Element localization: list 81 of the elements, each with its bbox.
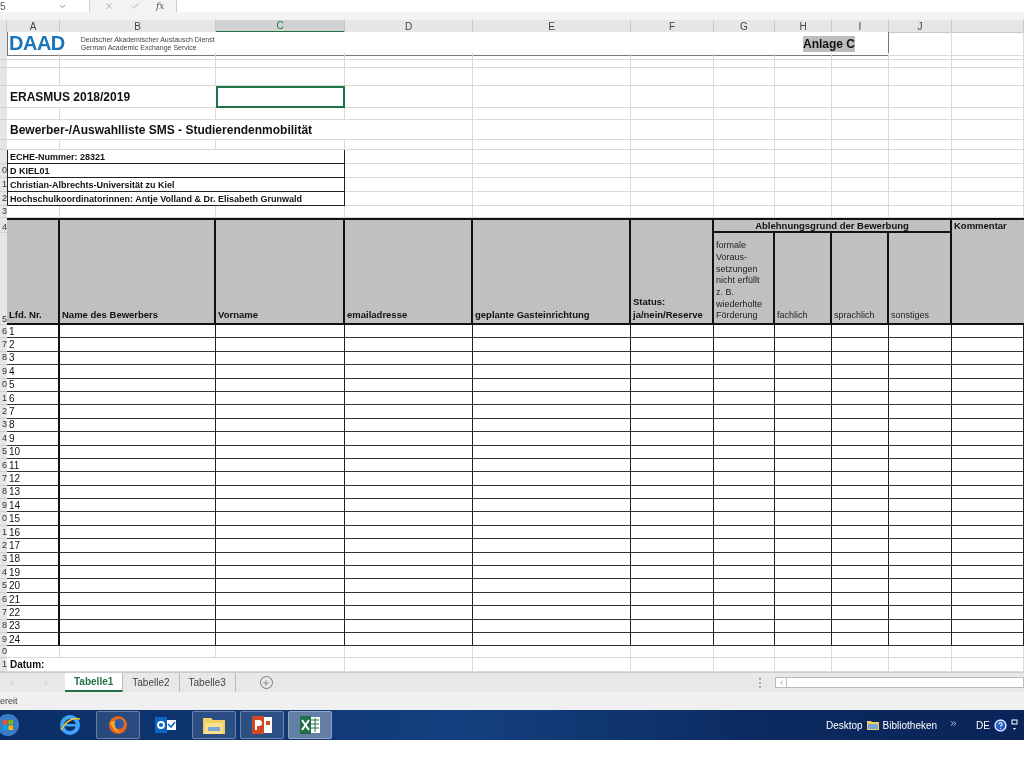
serial-number: 14 xyxy=(7,499,60,513)
group-heading: Ablehnungsgrund der Bewerbung xyxy=(714,218,952,233)
toolbar-label[interactable]: Bibliotheken xyxy=(882,719,938,731)
row-header[interactable]: 5 xyxy=(0,233,7,325)
row-header[interactable]: 0 xyxy=(0,378,7,392)
row-header[interactable]: 7 xyxy=(0,338,7,352)
serial-number: 1 xyxy=(7,325,60,339)
row-header[interactable]: 8 xyxy=(0,351,7,366)
row-header[interactable]: 0 xyxy=(0,512,7,526)
info-line: Hochschulkoordinatorinnen: Antje Volland & Dr. Elisabeth Grunwald xyxy=(7,192,345,206)
serial-number: 24 xyxy=(7,633,60,647)
column-header[interactable]: J xyxy=(889,20,952,33)
serial-number: 21 xyxy=(7,592,60,607)
row-header[interactable]: 6 xyxy=(0,458,7,473)
serial-number: 18 xyxy=(7,552,60,567)
sheet-title: ERASMUS 2018/2019 xyxy=(7,86,216,108)
column-heading: geplante Gasteinrichtung xyxy=(473,218,631,325)
serial-number: 12 xyxy=(7,472,60,486)
serial-number: 11 xyxy=(7,458,60,473)
row-header[interactable]: 7 xyxy=(0,606,7,620)
column-heading: fachlich xyxy=(775,233,832,325)
row-header[interactable]: 4 xyxy=(0,432,7,446)
serial-number: 6 xyxy=(7,391,60,406)
serial-number: 13 xyxy=(7,485,60,500)
serial-number: 20 xyxy=(7,579,60,593)
annex-label: Anlage C xyxy=(803,35,855,52)
column-heading: emailadresse xyxy=(345,218,473,325)
serial-number: 23 xyxy=(7,619,60,633)
serial-number: 5 xyxy=(7,378,60,392)
row-header[interactable]: 9 xyxy=(0,499,7,513)
row-header[interactable]: 3 xyxy=(0,552,7,567)
column-heading: Status: ja/nein/Reserve xyxy=(631,218,714,325)
logo: DAAD xyxy=(9,32,65,55)
info-line: Christian-Albrechts-Universität zu Kiel xyxy=(7,178,345,192)
serial-number: 22 xyxy=(7,606,60,620)
sheet-subtitle: Bewerber-/Auswahlliste SMS - Studierendenmobilität xyxy=(7,120,345,140)
serial-number: 2 xyxy=(7,338,60,352)
row-header[interactable]: 6 xyxy=(0,592,7,607)
info-line: ECHE-Nummer: 28321 xyxy=(7,150,345,164)
serial-number: 4 xyxy=(7,365,60,379)
insert-function-button[interactable]: fx xyxy=(156,1,165,11)
language-indicator[interactable]: DE xyxy=(976,719,990,731)
serial-number: 10 xyxy=(7,445,60,459)
name-box[interactable]: 5 xyxy=(0,0,90,12)
row-header[interactable]: 1 xyxy=(0,658,7,673)
row-header[interactable]: 9 xyxy=(0,633,7,647)
row-header[interactable]: 2 xyxy=(0,405,7,419)
row-header[interactable]: 6 xyxy=(0,325,7,339)
row-header[interactable]: 3 xyxy=(0,418,7,433)
row-header[interactable]: 8 xyxy=(0,619,7,633)
column-heading: sonstiges xyxy=(889,233,952,325)
serial-number: 17 xyxy=(7,539,60,553)
sheet-tab[interactable]: Tabelle1 xyxy=(65,673,124,693)
column-heading: Vorname xyxy=(216,218,345,325)
row-header[interactable]: 1 xyxy=(0,525,7,540)
serial-number: 9 xyxy=(7,432,60,446)
row-header[interactable]: 9 xyxy=(0,365,7,379)
row-header[interactable]: 1 xyxy=(0,391,7,406)
row-header[interactable]: 7 xyxy=(0,472,7,486)
row-header[interactable]: 5 xyxy=(0,445,7,459)
column-heading: sprachlich xyxy=(832,233,889,325)
column-heading: Lfd. Nr. xyxy=(7,218,60,325)
serial-number: 19 xyxy=(7,566,60,580)
column-heading: formale Voraus- setzungen nicht erfüllt z. B. wiederholte Förderung xyxy=(714,233,775,325)
column-heading: Kommentar xyxy=(952,218,1024,325)
row-header[interactable]: 2 xyxy=(0,539,7,553)
serial-number: 8 xyxy=(7,418,60,433)
row-header[interactable]: 2 xyxy=(0,192,7,206)
serial-number: 3 xyxy=(7,351,60,366)
status-text: ereit xyxy=(0,696,18,707)
column-heading: Name des Bewerbers xyxy=(60,218,216,325)
row-header[interactable]: 8 xyxy=(0,485,7,500)
serial-number: 7 xyxy=(7,405,60,419)
info-line: D KIEL01 xyxy=(7,164,345,178)
serial-number: 15 xyxy=(7,512,60,526)
row-header[interactable]: 4 xyxy=(0,566,7,580)
row-header[interactable]: 1 xyxy=(0,178,7,192)
row-header[interactable]: 0 xyxy=(0,164,7,178)
row-header[interactable]: 5 xyxy=(0,579,7,593)
toolbar-label[interactable]: Desktop xyxy=(825,719,863,731)
serial-number: 16 xyxy=(7,525,60,540)
